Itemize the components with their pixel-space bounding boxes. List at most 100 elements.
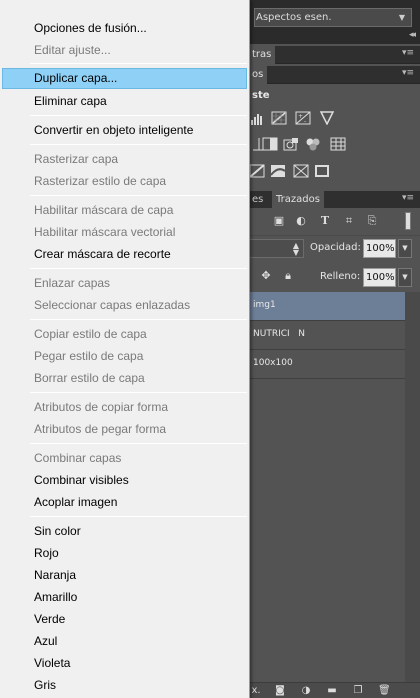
menu-item-acoplar-imagen[interactable]: Acoplar imagen	[2, 492, 247, 513]
menu-separator	[30, 144, 247, 145]
image-filter-icon[interactable]: ▣	[272, 214, 286, 228]
layer-row[interactable]: NUTRICI N	[248, 321, 405, 350]
menu-separator	[30, 443, 247, 444]
fill-dropdown-button[interactable]: ▼	[398, 268, 412, 287]
collapse-panels-icon[interactable]: ◂◂	[409, 30, 416, 40]
menu-item-editar-ajuste[interactable]: Editar ajuste...	[2, 40, 247, 61]
layer-context-menu: Opciones de fusión... Editar ajuste... D…	[0, 0, 250, 698]
menu-item-combinar-visibles[interactable]: Combinar visibles	[2, 470, 247, 491]
menu-item-pegar-forma[interactable]: Atributos de pegar forma	[2, 419, 247, 440]
folder-icon[interactable]: ▬	[326, 685, 338, 697]
menu-separator	[30, 319, 247, 320]
opacity-input[interactable]: 100%	[363, 239, 396, 258]
fill-label: Relleno:	[320, 271, 361, 282]
menu-item-borrar-estilo[interactable]: Borrar estilo de capa	[2, 368, 247, 389]
menu-item-seleccionar-enlazadas[interactable]: Seleccionar capas enlazadas	[2, 295, 247, 316]
selective-color-icon[interactable]	[293, 164, 309, 178]
curves-icon[interactable]	[271, 111, 287, 125]
svg-text:-: -	[304, 118, 306, 125]
panel-menu-icon[interactable]: ▾≡	[402, 48, 414, 58]
menu-separator	[30, 268, 247, 269]
menu-item-habilitar-mascara-capa[interactable]: Habilitar máscara de capa	[2, 200, 247, 221]
opacity-label: Opacidad:	[310, 242, 361, 253]
channel-mixer-icon[interactable]	[305, 137, 321, 151]
photoshop-panels: Aspectos esen. ▼ ◂◂ tras ▾≡ os ▾≡ ste + -	[248, 0, 420, 698]
layer-row[interactable]: img1	[248, 292, 405, 321]
fx-icon[interactable]: x.	[250, 685, 262, 697]
lock-position-icon[interactable]: ✥	[260, 270, 272, 282]
menu-item-copiar-estilo[interactable]: Copiar estilo de capa	[2, 324, 247, 345]
lock-all-icon[interactable]: 🔒︎	[282, 270, 294, 282]
menu-item-combinar-capas[interactable]: Combinar capas	[2, 448, 247, 469]
adjustment-layer-icon[interactable]: ◑	[300, 685, 312, 697]
opacity-dropdown-button[interactable]: ▼	[398, 239, 412, 258]
layers-bottom-bar: x. ◙ ◑ ▬ ❐ 🗑︎	[248, 682, 420, 698]
tab-partial-2[interactable]: os	[248, 66, 268, 84]
filter-toggle-switch[interactable]	[405, 212, 411, 230]
menu-item-eliminar-capa[interactable]: Eliminar capa	[2, 91, 247, 112]
menu-item-amarillo[interactable]: Amarillo	[2, 587, 247, 608]
menu-separator	[30, 516, 247, 517]
svg-text:+: +	[298, 113, 303, 120]
menu-item-rasterizar-capa[interactable]: Rasterizar capa	[2, 149, 247, 170]
tab-trazados[interactable]: Trazados	[272, 191, 324, 209]
panel-menu-icon[interactable]: ▾≡	[402, 68, 414, 78]
blend-mode-select[interactable]: ▲ ▼	[248, 239, 304, 258]
color-lookup-icon[interactable]	[330, 137, 346, 151]
options-bar: Aspectos esen. ▼ ◂◂	[248, 0, 420, 44]
fill-input[interactable]: 100%	[363, 268, 396, 287]
menu-item-habilitar-mascara-vectorial[interactable]: Habilitar máscara vectorial	[2, 222, 247, 243]
chevron-down-icon: ▼	[398, 13, 405, 22]
menu-item-duplicar-capa[interactable]: Duplicar capa...	[2, 68, 247, 89]
menu-item-crear-mascara-recorte[interactable]: Crear máscara de recorte	[2, 244, 247, 265]
menu-item-opciones-de-fusion[interactable]: Opciones de fusión...	[2, 18, 247, 39]
black-white-icon[interactable]	[262, 137, 278, 151]
layers-panel-tabs: es Trazados ▾≡	[248, 191, 420, 209]
gradient-map-icon[interactable]	[314, 164, 330, 178]
smart-object-filter-icon[interactable]: ⎘	[365, 214, 379, 228]
layers-list: img1 NUTRICI N 100x100	[248, 292, 405, 684]
panel-tabs-adjust: os ▾≡	[248, 66, 420, 84]
menu-item-copiar-forma[interactable]: Atributos de copiar forma	[2, 397, 247, 418]
tab-layers-partial[interactable]: es	[248, 191, 267, 209]
mask-icon[interactable]: ◙	[274, 685, 286, 697]
tab-partial-1[interactable]: tras	[248, 46, 276, 64]
shape-filter-icon[interactable]: ⌗	[342, 214, 356, 228]
menu-separator	[30, 195, 247, 196]
menu-item-rojo[interactable]: Rojo	[2, 543, 247, 564]
panel-menu-icon[interactable]: ▾≡	[402, 193, 414, 203]
photo-filter-icon[interactable]	[283, 137, 299, 151]
menu-item-pegar-estilo[interactable]: Pegar estilo de capa	[2, 346, 247, 367]
workspace-dropdown[interactable]: Aspectos esen. ▼	[254, 8, 412, 27]
new-layer-icon[interactable]: ❐	[352, 685, 364, 697]
layer-row[interactable]: 100x100	[248, 350, 405, 379]
layer-filter-bar: ▣ ◐ T ⌗ ⎘	[248, 208, 420, 236]
layer-name: img1	[253, 300, 276, 310]
panel-tabs-top: tras ▾≡	[248, 46, 420, 64]
spinner-arrows-icon: ▲ ▼	[292, 241, 299, 257]
menu-separator	[30, 115, 247, 116]
levels-icon[interactable]	[251, 111, 267, 125]
menu-item-sin-color[interactable]: Sin color	[2, 521, 247, 542]
menu-item-naranja[interactable]: Naranja	[2, 565, 247, 586]
menu-item-azul[interactable]: Azul	[2, 631, 247, 652]
menu-item-rasterizar-estilo[interactable]: Rasterizar estilo de capa	[2, 171, 247, 192]
layers-scrollbar[interactable]	[405, 292, 420, 684]
menu-item-enlazar-capas[interactable]: Enlazar capas	[2, 273, 247, 294]
trash-icon[interactable]: 🗑︎	[378, 685, 391, 697]
posterize-icon[interactable]	[249, 164, 265, 178]
menu-item-convertir-objeto-inteligente[interactable]: Convertir en objeto inteligente	[2, 120, 247, 141]
exposure-icon[interactable]: + -	[295, 111, 311, 125]
menu-separator	[30, 63, 247, 64]
adjustment-filter-icon[interactable]: ◐	[294, 214, 308, 228]
workspace-label: Aspectos esen.	[256, 12, 332, 23]
layer-name: NUTRICI N	[253, 329, 305, 339]
menu-item-verde[interactable]: Verde	[2, 609, 247, 630]
gradient-icon[interactable]	[319, 111, 335, 125]
menu-item-gris[interactable]: Gris	[2, 675, 247, 696]
menu-item-violeta[interactable]: Violeta	[2, 653, 247, 674]
menu-separator	[30, 392, 247, 393]
type-filter-icon[interactable]: T	[318, 214, 332, 228]
layer-name: 100x100	[253, 358, 293, 368]
threshold-icon[interactable]	[270, 164, 286, 178]
